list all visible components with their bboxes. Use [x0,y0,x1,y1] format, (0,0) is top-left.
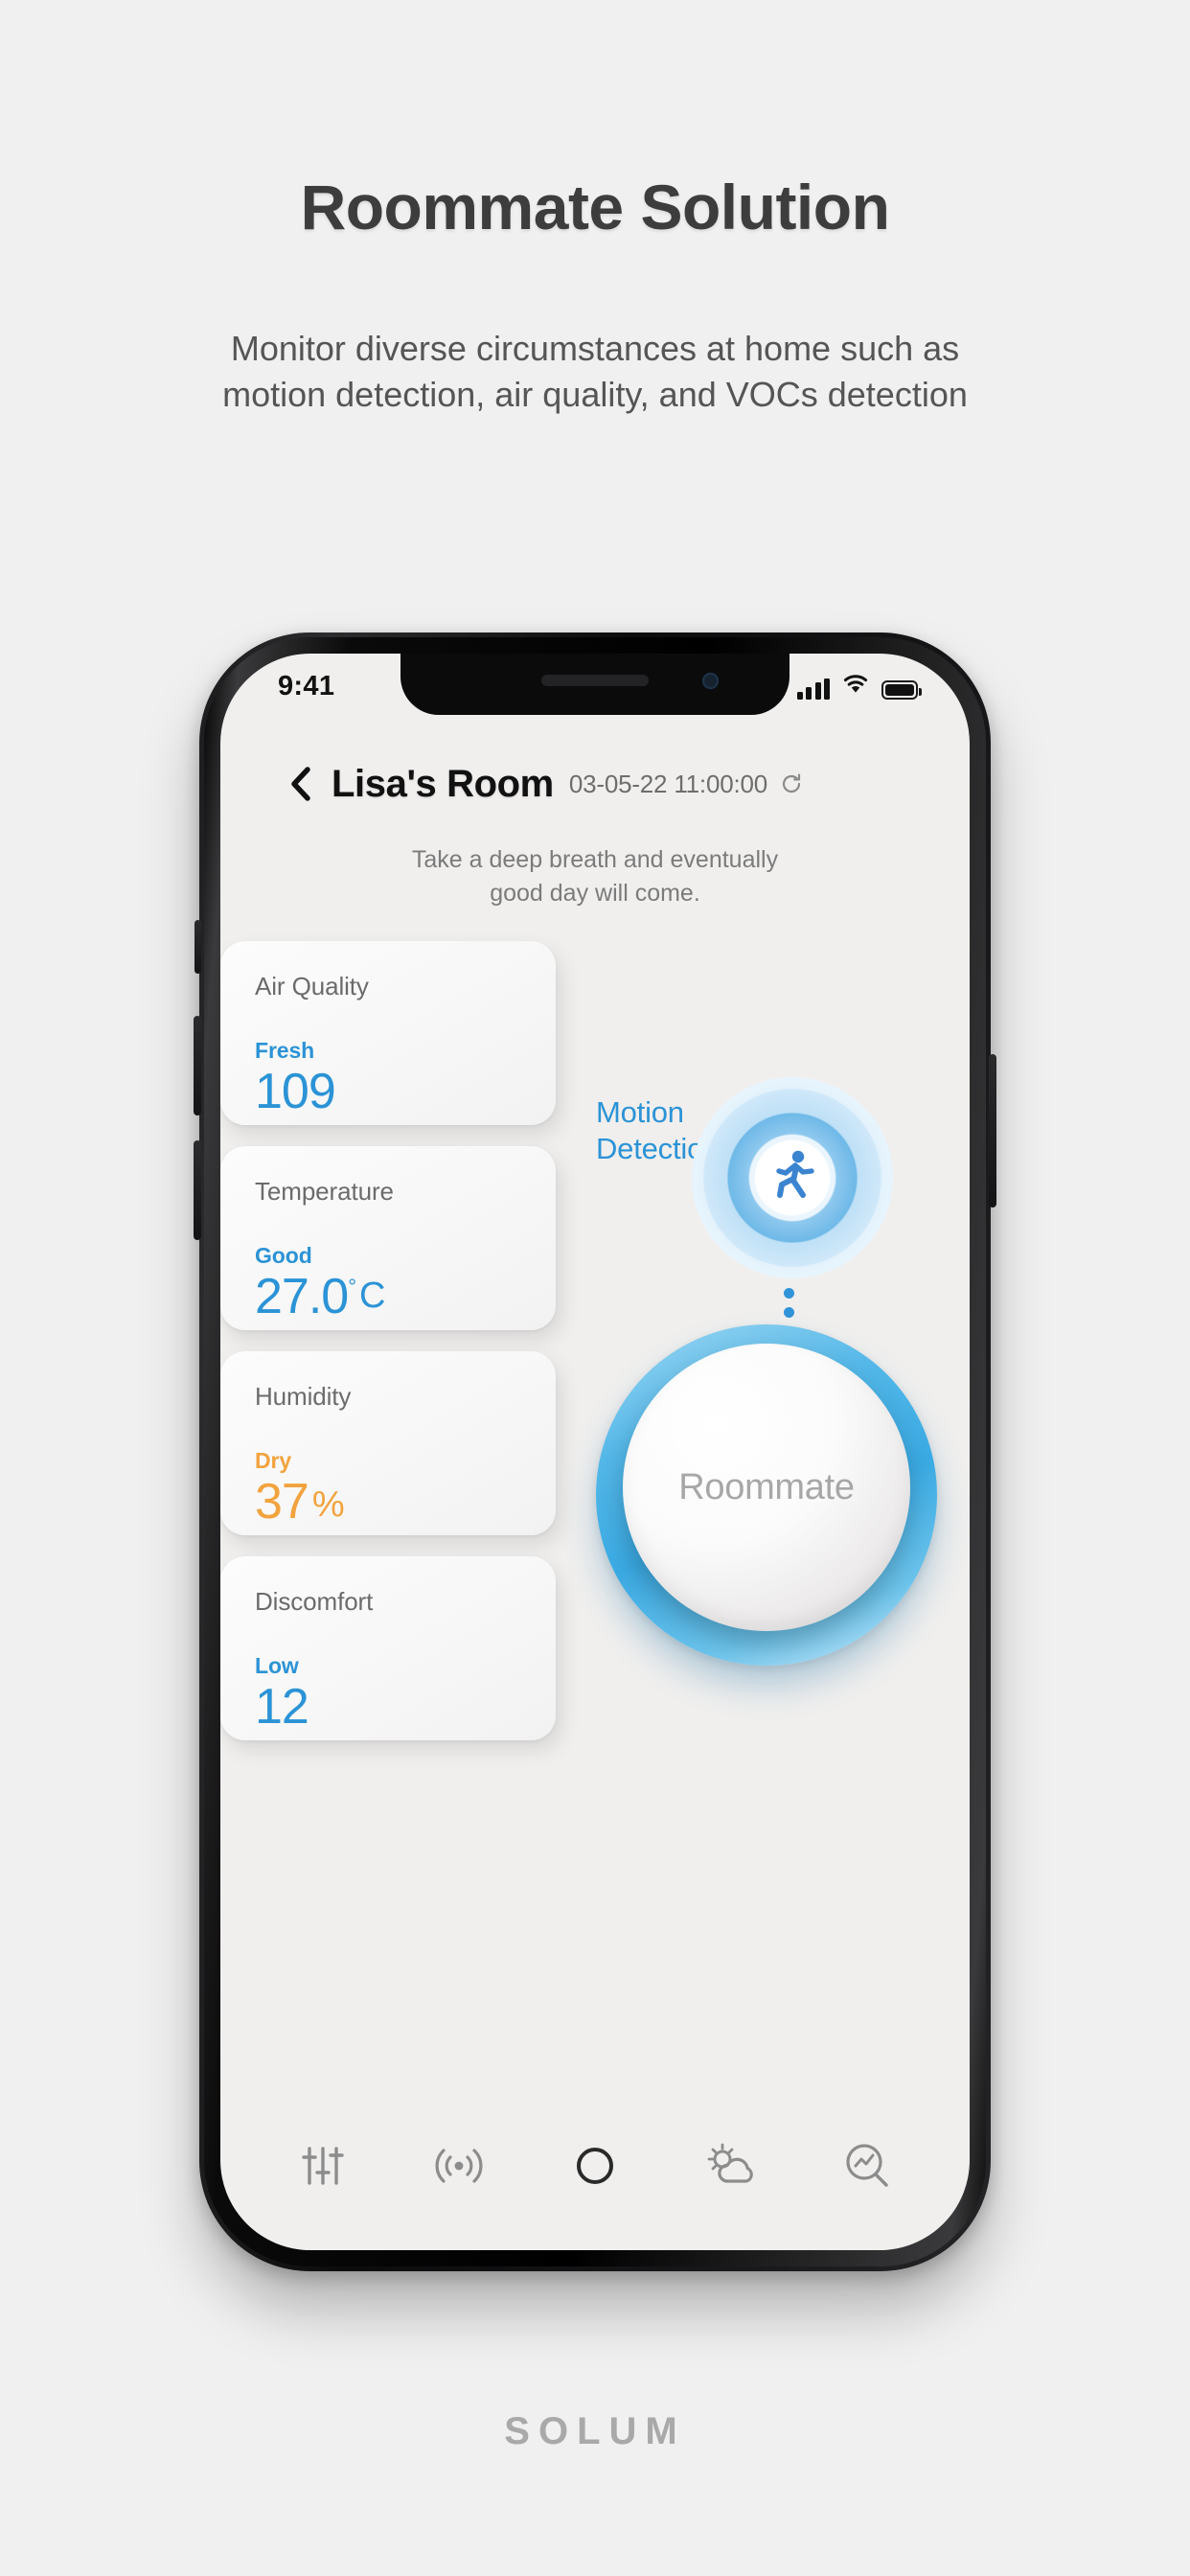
card-value-unit: C [359,1276,385,1316]
room-title: Lisa's Room [332,762,554,805]
card-value-number: 109 [255,1064,336,1119]
settings-sliders-icon[interactable] [282,2125,364,2207]
card-status: Fresh [255,1038,315,1063]
daily-quote: Take a deep breath and eventually good d… [220,843,970,909]
analytics-search-icon[interactable] [826,2125,908,2207]
signal-waves-icon[interactable] [418,2125,500,2207]
power-button[interactable] [989,1054,996,1208]
cellular-signal-icon [796,678,830,700]
degree-symbol: ° [348,1275,356,1299]
roommate-button[interactable]: Roommate [596,1324,937,1666]
mute-switch[interactable] [195,920,201,974]
card-value: 12 [255,1681,556,1734]
motion-label-line-1: Motion [596,1095,684,1129]
chevron-left-icon[interactable] [284,767,316,801]
sensor-card-list: Air Quality Fresh 109 Temperature Good 2… [220,941,632,1761]
volume-up-button[interactable] [194,1016,201,1116]
quote-line-1: Take a deep breath and eventually [411,846,779,873]
app-header: Lisa's Room 03-05-22 11:00:00 [220,753,970,815]
card-status: Good [255,1243,312,1268]
status-bar: 9:41 [220,654,970,721]
running-person-icon [767,1149,818,1208]
phone-mockup: 9:41 Lisa's Room 03-05-22 11:00:00 Take … [194,632,996,2271]
subtitle-line-2: motion detection, air quality, and VOCs … [222,374,968,414]
sensor-card-air-quality[interactable]: Air Quality Fresh 109 [220,941,556,1125]
card-title: Discomfort [255,1587,374,1616]
status-bar-time: 9:41 [278,671,335,702]
home-circle-icon[interactable] [554,2125,636,2207]
roommate-button-label: Roommate [678,1466,855,1507]
card-value-number: 27.0 [255,1269,349,1324]
bottom-navigation-bar [220,2106,970,2250]
weather-icon[interactable] [690,2125,772,2207]
card-value-number: 12 [255,1679,309,1735]
card-title: Humidity [255,1382,352,1411]
quote-line-2: good day will come. [490,879,700,907]
promo-page: Roommate Solution Monitor diverse circum… [0,0,1190,2576]
card-value: 27.0° C [255,1271,556,1323]
sensor-card-temperature[interactable]: Temperature Good 27.0° C [220,1146,556,1330]
subtitle-line-1: Monitor diverse circumstances at home su… [230,329,960,368]
card-value-unit: % [311,1484,345,1525]
card-status: Low [255,1653,299,1678]
phone-screen: 9:41 Lisa's Room 03-05-22 11:00:00 Take … [220,654,970,2250]
card-status: Dry [255,1448,292,1473]
motion-radar-rings [692,1077,893,1278]
reading-timestamp: 03-05-22 11:00:00 [568,769,768,798]
motion-detection-widget[interactable]: Motion Detection [583,1075,970,1337]
roommate-button-knob[interactable]: Roommate [623,1344,910,1631]
status-bar-icons [796,674,922,700]
refresh-icon[interactable] [779,771,804,796]
battery-full-icon [881,680,922,700]
card-title: Air Quality [255,972,369,1000]
card-title: Temperature [255,1177,394,1206]
card-value-number: 37 [255,1474,309,1530]
page-subtitle: Monitor diverse circumstances at home su… [0,326,1190,417]
volume-down-button[interactable] [194,1140,201,1240]
wifi-icon [842,674,869,700]
brand-logo: SOLUM [504,2410,686,2452]
sensor-card-discomfort[interactable]: Discomfort Low 12 [220,1556,556,1740]
card-value: 37% [255,1476,556,1529]
page-title: Roommate Solution [300,172,890,242]
card-value: 109 [255,1066,556,1118]
sensor-card-humidity[interactable]: Humidity Dry 37% [220,1351,556,1535]
